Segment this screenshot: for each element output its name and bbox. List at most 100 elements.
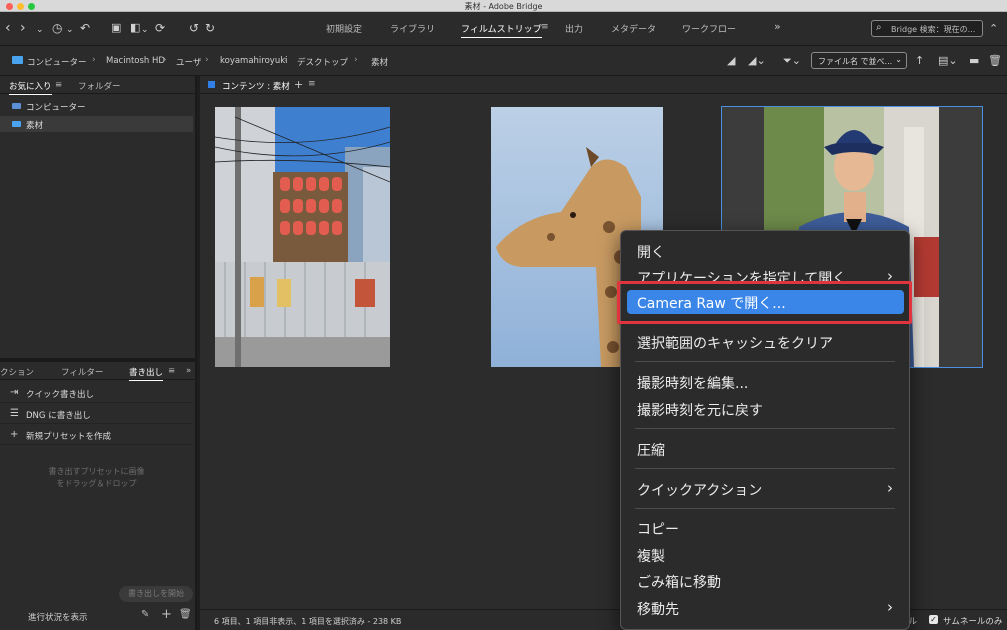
menu-item-label: 撮影時刻を元に戻す [637,403,763,419]
menu-item-label: 圧縮 [637,443,665,459]
camera-import-icon[interactable]: ▣ [111,20,121,36]
thumbnails-only-checkbox[interactable]: ✓ [929,615,938,624]
favorite-item-materials[interactable]: 素材 [0,116,193,132]
edit-icon[interactable]: ✎ [141,609,149,620]
submenu-arrow-icon: › [887,479,893,497]
add-icon[interactable]: + [161,607,172,622]
trash-icon[interactable]: 🗑 [988,54,1002,67]
export-item-dng[interactable]: ☰ DNG に書き出し [0,404,193,424]
thumbnails-only-label: サムネールのみ [943,617,1003,627]
menu-item-copy[interactable]: コピー [621,516,909,540]
add-icon[interactable]: + [294,78,303,91]
menu-separator [635,508,895,509]
thumbnail-street-lanterns[interactable] [215,107,390,367]
tab-collections[interactable]: クション [0,366,34,378]
menu-item-move-to[interactable]: 移動先 › [621,596,909,620]
workspace-tab-workflow[interactable]: ワークフロー [682,22,736,35]
workspace-tab-default[interactable]: 初期設定 [326,22,362,35]
search-placeholder: Bridge 検索：現在の... [891,25,976,34]
computer-icon [12,103,21,109]
start-export-button[interactable]: 書き出しを開始 [119,586,193,602]
panel-menu-icon[interactable]: ≡ [308,79,316,89]
list-icon: ☰ [10,408,19,419]
breadcrumb-separator-icon: › [354,55,358,65]
main-toolbar: ‹ › ⌄ ◷ ⌄ ↶ ▣ ◧ ⌄ ⟳ ↺ ↻ 初期設定 ライブラリ フィルムス… [0,12,1007,46]
more-workspaces-icon[interactable]: » [774,20,781,33]
window-titlebar: 素材 - Adobe Bridge [0,0,1007,12]
export-item-label: 新規プリセットを作成 [26,432,112,442]
forward-icon[interactable]: › [20,20,26,36]
tab-folders[interactable]: フォルダー [78,80,121,92]
path-bar: コンピューター › Macintosh HD › ユーザ › koyamahir… [0,46,1007,76]
tab-filter[interactable]: フィルター [61,366,103,378]
content-title: コンテンツ : 素材 [222,82,290,92]
breadcrumb-separator-icon: › [284,55,288,65]
plus-icon: + [10,429,19,440]
drop-hint-line: をドラッグ＆ドロップ [56,479,137,488]
workspace-tab-library[interactable]: ライブラリ [390,22,435,35]
menu-item-move-to-trash[interactable]: ごみ箱に移動 [621,569,909,593]
highlight-outline [617,281,912,324]
breadcrumb-users[interactable]: ユーザ [176,56,201,68]
submenu-arrow-icon: › [887,598,893,616]
tab-export[interactable]: 書き出し [129,366,164,381]
recent-dropdown-icon[interactable]: ⌄ [36,22,44,38]
rating-filter-icon[interactable]: ◢⌄ [748,54,766,67]
menu-item-purge-cache[interactable]: 選択範囲のキャッシュをクリア [621,330,909,354]
menu-item-label: 複製 [637,549,665,565]
breadcrumb-desktop[interactable]: デスクトップ [297,56,348,68]
recent-files-icon[interactable]: ◷ [52,20,62,36]
panel-menu-icon[interactable]: ≡ [55,80,62,90]
menu-item-revert-capture-time[interactable]: 撮影時刻を元に戻す [621,397,909,421]
menu-item-edit-capture-time[interactable]: 撮影時刻を編集... [621,370,909,394]
rotate-right-icon[interactable]: ↻ [205,20,215,36]
refine-icon[interactable]: ◧ [130,20,140,36]
tab-favorites[interactable]: お気に入り [9,80,52,95]
toolbar-overflow-icon[interactable]: ⌃ [989,22,998,35]
favorite-item-label: コンピューター [26,103,86,113]
breadcrumb-current-folder[interactable]: 素材 [371,56,388,68]
new-folder-icon[interactable]: ▬ [969,54,979,67]
workspace-tab-filmstrip[interactable]: フィルムストリップ [461,22,542,38]
workspace-menu-icon[interactable]: ≡ [541,22,549,32]
view-progress-link[interactable]: 進行状況を表示 [28,611,88,623]
open-recent-folder-icon[interactable]: ▤⌄ [938,54,958,67]
recent-files-chevron-icon[interactable]: ⌄ [66,22,74,38]
workspace-tab-output[interactable]: 出力 [565,22,583,35]
more-panels-icon[interactable]: » [186,366,191,376]
menu-item-open[interactable]: 開く [621,239,909,263]
quality-icon[interactable]: ◢ [727,54,735,67]
menu-item-label: 選択範囲のキャッシュをクリア [637,336,833,352]
favorites-panel-tabs: お気に入り ≡ フォルダー [0,76,197,95]
menu-item-compress[interactable]: 圧縮 [621,437,909,461]
export-item-label: クイック書き出し [26,390,95,400]
breadcrumb-user[interactable]: koyamahiroyuki [220,56,288,66]
return-icon[interactable]: ↶ [80,20,90,36]
filter-icon[interactable]: ⏷⌄ [783,54,801,68]
chevron-down-icon: ⌄ [895,55,902,64]
breadcrumb-separator-icon: › [205,55,209,65]
menu-item-label: 開く [637,245,665,261]
open-in-camera-raw-icon[interactable]: ⟳ [155,20,165,36]
menu-separator [635,468,895,469]
favorite-item-computer[interactable]: コンピューター [0,98,193,114]
sort-ascending-icon[interactable]: ↑ [915,54,924,67]
panel-menu-icon[interactable]: ≡ [168,366,175,376]
menu-item-duplicate[interactable]: 複製 [621,543,909,567]
breadcrumb-computer[interactable]: コンピューター [27,56,87,68]
back-icon[interactable]: ‹ [5,20,11,36]
export-item-new-preset[interactable]: + 新規プリセットを作成 [0,425,193,445]
search-icon: ⌕ [876,22,882,33]
sort-by-dropdown[interactable]: ファイル名 で並べ... ⌄ [811,52,907,69]
breadcrumb-macintosh-hd[interactable]: Macintosh HD [106,56,165,66]
workspace-tab-metadata[interactable]: メタデータ [611,22,656,35]
menu-item-quick-actions[interactable]: クイックアクション › [621,477,909,501]
trash-icon[interactable]: 🗑 [179,609,192,620]
export-item-quick[interactable]: ⇥ クイック書き出し [0,383,193,403]
window-title: 素材 - Adobe Bridge [464,2,543,11]
bridge-search-field[interactable]: ⌕ Bridge 検索：現在の... [871,20,983,37]
export-panel-tabs: クション フィルター 書き出し ≡ » [0,362,197,381]
refine-chevron-icon[interactable]: ⌄ [141,22,149,38]
content-header: コンテンツ : 素材 + ≡ [200,76,1007,94]
rotate-left-icon[interactable]: ↺ [189,20,199,36]
